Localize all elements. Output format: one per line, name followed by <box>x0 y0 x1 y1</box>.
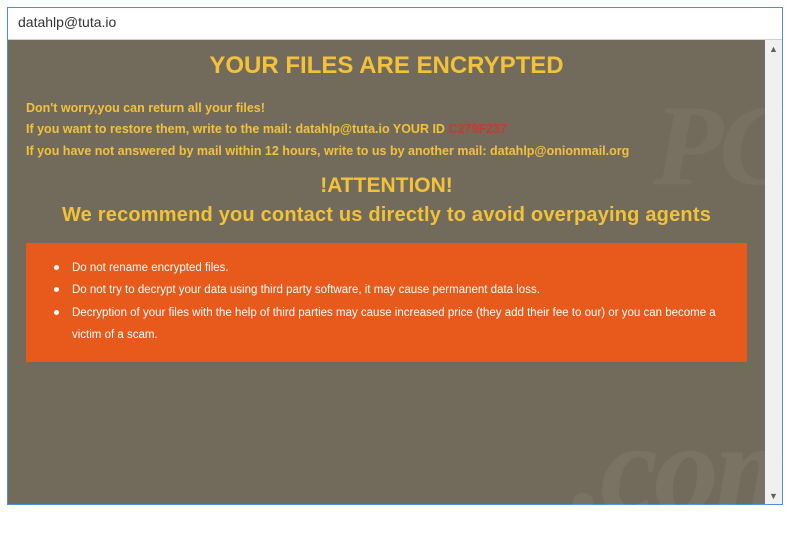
intro-line3-prefix: If you have not answered by mail within … <box>26 144 490 158</box>
warning-list: Do not rename encrypted files. Do not tr… <box>48 257 725 347</box>
titlebar[interactable]: datahlp@tuta.io <box>8 8 782 40</box>
warning-item: Do not rename encrypted files. <box>48 257 725 279</box>
warning-box: Do not rename encrypted files. Do not tr… <box>26 243 747 363</box>
attention-heading: !ATTENTION! <box>26 174 747 198</box>
intro-text: Don't worry,you can return all your file… <box>26 98 747 162</box>
intro-line2-prefix: If you want to restore them, write to th… <box>26 122 295 136</box>
scroll-down-arrow-icon[interactable]: ▼ <box>765 487 782 504</box>
vertical-scrollbar[interactable]: ▲ ▼ <box>765 40 782 504</box>
intro-line1: Don't worry,you can return all your file… <box>26 101 265 115</box>
window-title: datahlp@tuta.io <box>18 14 116 30</box>
your-id-label: YOUR ID <box>390 122 449 136</box>
warning-item: Decryption of your files with the help o… <box>48 302 725 347</box>
encrypted-heading: YOUR FILES ARE ENCRYPTED <box>26 52 747 80</box>
content-area: PC .com YOUR FILES ARE ENCRYPTED Don't w… <box>8 40 782 504</box>
contact-email-1: datahlp@tuta.io <box>295 122 389 136</box>
contact-email-2: datahlp@onionmail.org <box>490 144 629 158</box>
warning-item: Do not try to decrypt your data using th… <box>48 279 725 301</box>
recommend-text: We recommend you contact us directly to … <box>26 204 747 227</box>
ransom-note: YOUR FILES ARE ENCRYPTED Don't worry,you… <box>8 40 765 504</box>
window-frame: datahlp@tuta.io PC .com YOUR FILES ARE E… <box>7 7 783 505</box>
scroll-up-arrow-icon[interactable]: ▲ <box>765 40 782 57</box>
your-id-value: C279F237 <box>448 122 506 136</box>
